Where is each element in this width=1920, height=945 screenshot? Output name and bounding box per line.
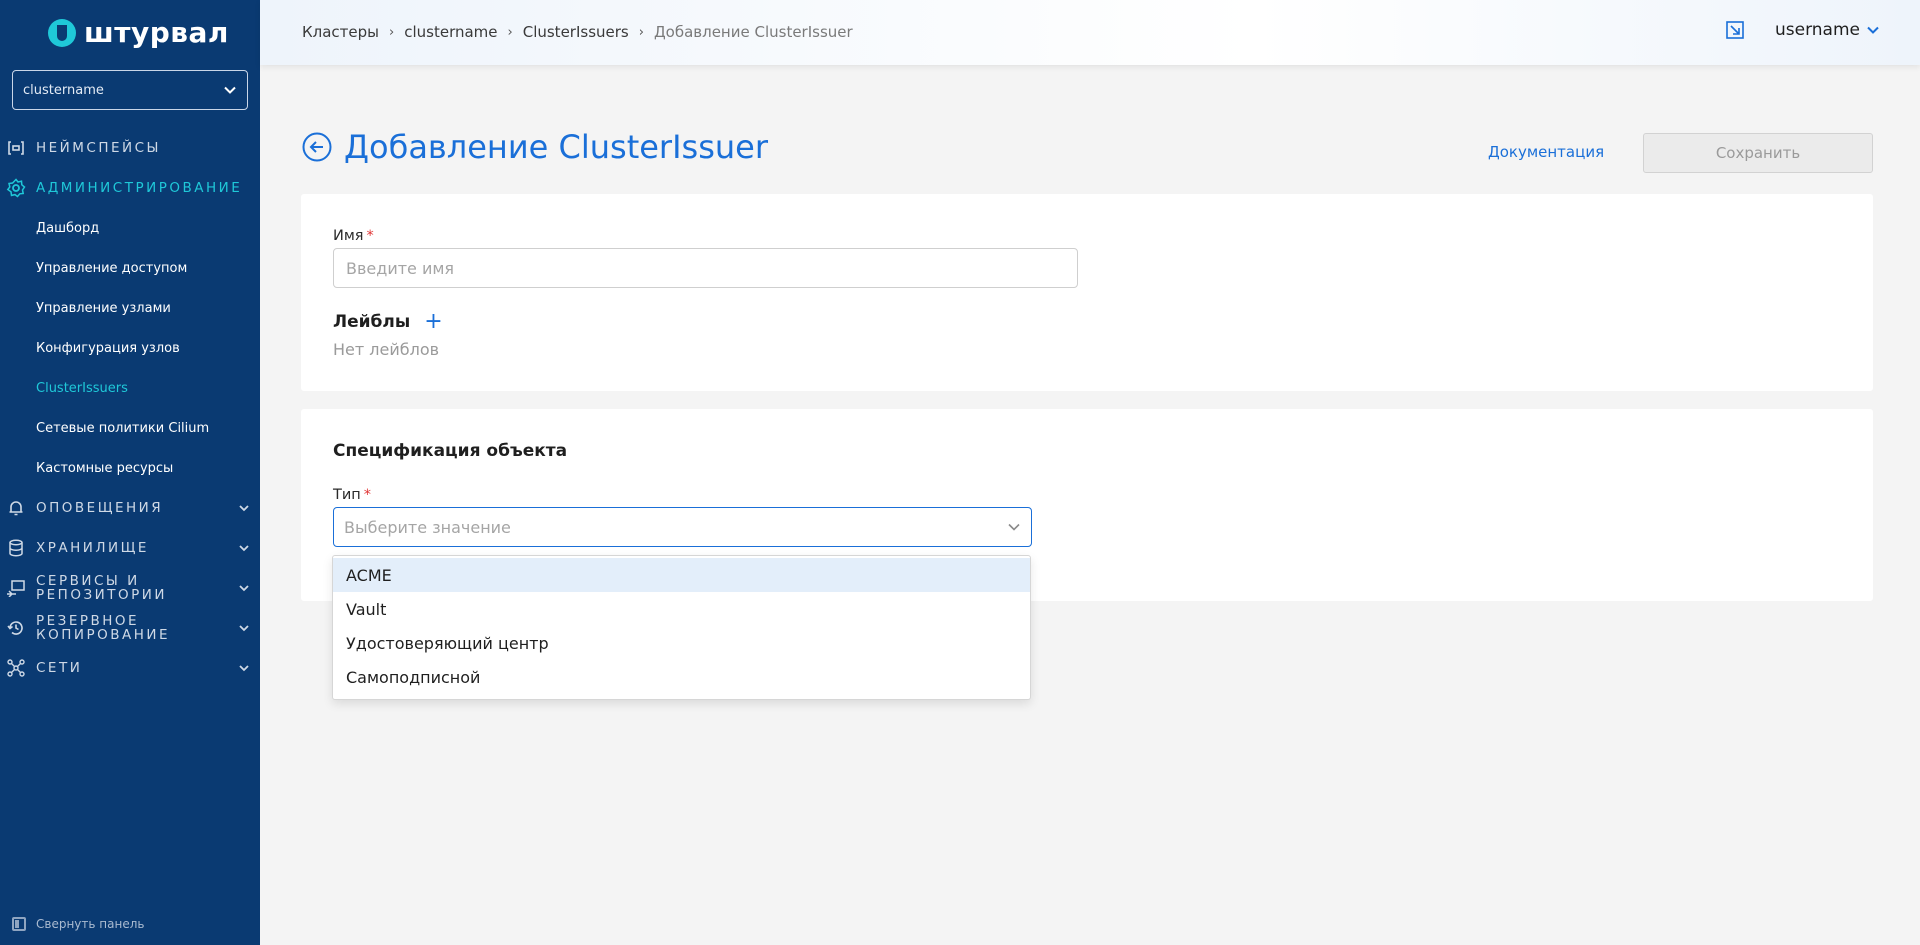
backup-icon <box>6 618 26 638</box>
gear-icon <box>6 178 26 198</box>
chevron-down-icon <box>224 86 236 94</box>
nav-section-storage[interactable]: Хранилище <box>0 528 260 568</box>
nav-section-administration[interactable]: Администрирование <box>0 168 260 208</box>
breadcrumb-clusterissuers[interactable]: ClusterIssuers <box>523 23 629 41</box>
sidebar-item-cilium-policies[interactable]: Сетевые политики Cilium <box>0 408 260 448</box>
chevron-down-icon <box>239 545 249 552</box>
nav-section-alerts[interactable]: Оповещения <box>0 488 260 528</box>
nav-section-label: Оповещения <box>36 500 164 516</box>
type-option-vault[interactable]: Vault <box>333 592 1030 626</box>
sidebar-item-node-management[interactable]: Управление узлами <box>0 288 260 328</box>
sidebar-item-node-configuration[interactable]: Конфигурация узлов <box>0 328 260 368</box>
type-option-ca[interactable]: Удостоверяющий центр <box>333 626 1030 660</box>
chevron-right-icon: › <box>389 24 395 40</box>
add-label-icon[interactable]: + <box>424 311 442 333</box>
type-option-acme[interactable]: ACME <box>333 558 1030 592</box>
name-input[interactable]: Введите имя <box>333 248 1078 288</box>
logo-icon <box>48 18 76 47</box>
top-header: Кластеры › clustername › ClusterIssuers … <box>260 0 1920 65</box>
chevron-down-icon <box>239 625 249 632</box>
labels-empty-text: Нет лейблов <box>333 340 440 359</box>
chevron-down-icon <box>239 505 249 512</box>
metadata-card: Имя * Введите имя Лейблы + Нет лейблов <box>301 194 1873 391</box>
breadcrumb-cluster[interactable]: clustername <box>404 23 497 41</box>
labels-title: Лейблы <box>333 312 411 332</box>
chevron-down-icon <box>1008 523 1020 531</box>
sidebar-item-clusterissuers[interactable]: ClusterIssuers <box>0 368 260 408</box>
chevron-down-icon <box>239 585 249 592</box>
nav-section-label: Хранилище <box>36 540 149 556</box>
bell-icon <box>6 498 26 518</box>
name-label-text: Имя <box>333 228 364 244</box>
required-marker: * <box>366 228 374 244</box>
chevron-right-icon: › <box>507 24 513 40</box>
sidebar-item-dashboard[interactable]: Дашборд <box>0 208 260 248</box>
cluster-select[interactable]: clustername <box>12 70 248 110</box>
breadcrumb-clusters[interactable]: Кластеры <box>302 23 379 41</box>
name-input-placeholder: Введите имя <box>346 258 455 278</box>
open-external-icon[interactable] <box>1725 20 1745 40</box>
documentation-link[interactable]: Документация <box>1488 143 1604 161</box>
nav-section-label: Неймспейсы <box>36 140 161 156</box>
breadcrumb: Кластеры › clustername › ClusterIssuers … <box>302 23 853 41</box>
header-actions: username <box>1725 20 1880 40</box>
sidebar-item-custom-resources[interactable]: Кастомные ресурсы <box>0 448 260 488</box>
nav-section-label: Сети <box>36 660 83 676</box>
type-dropdown: ACME Vault Удостоверяющий центр Самоподп… <box>332 555 1031 700</box>
nav-section-label: Сервисы и репозитории <box>36 574 167 602</box>
required-marker: * <box>363 487 372 503</box>
collapse-panel-button[interactable]: Свернуть панель <box>12 917 144 931</box>
nav-section-networks[interactable]: Сети <box>0 648 260 688</box>
chevron-right-icon: › <box>638 24 644 40</box>
nav-section-label-line2: копирование <box>36 627 171 643</box>
name-field-label: Имя * <box>333 228 374 244</box>
labels-header: Лейблы + <box>333 311 443 333</box>
type-label-text: Тип <box>333 487 361 503</box>
nav-section-services[interactable]: Сервисы и репозитории <box>0 568 260 608</box>
cluster-select-value: clustername <box>23 82 104 98</box>
type-field-label: Тип * <box>333 487 371 503</box>
nav-section-label: Резервное копирование <box>36 614 170 642</box>
network-icon <box>6 658 26 678</box>
spec-title: Спецификация объекта <box>333 441 568 461</box>
back-arrow-icon[interactable] <box>302 132 332 162</box>
chevron-down-icon <box>239 665 249 672</box>
sidebar-item-access-management[interactable]: Управление доступом <box>0 248 260 288</box>
nav-section-label: Администрирование <box>36 180 243 196</box>
logo-text: штурвал <box>84 16 229 49</box>
save-button[interactable]: Сохранить <box>1643 133 1873 173</box>
sidebar-collapse-icon <box>12 917 26 931</box>
type-select[interactable]: Выберите значение <box>333 507 1032 547</box>
services-icon <box>6 578 26 598</box>
logo[interactable]: штурвал <box>48 16 229 49</box>
page-header: Добавление ClusterIssuer <box>302 128 768 166</box>
type-select-placeholder: Выберите значение <box>344 517 511 537</box>
nav-section-backup[interactable]: Резервное копирование <box>0 608 260 648</box>
namespace-icon <box>6 138 26 158</box>
page-title: Добавление ClusterIssuer <box>344 128 768 166</box>
chevron-down-icon <box>1867 26 1879 34</box>
database-icon <box>6 538 26 558</box>
collapse-panel-label: Свернуть панель <box>36 917 145 931</box>
type-option-selfsigned[interactable]: Самоподписной <box>333 660 1030 694</box>
sidebar-nav: Неймспейсы Администрирование Дашборд Упр… <box>0 128 260 688</box>
sidebar: штурвал clustername Неймспейсы Администр… <box>0 0 260 945</box>
nav-section-namespaces[interactable]: Неймспейсы <box>0 128 260 168</box>
breadcrumb-current: Добавление ClusterIssuer <box>653 23 853 41</box>
nav-section-label-line2: репозитории <box>36 587 167 603</box>
user-menu[interactable]: username <box>1775 20 1880 40</box>
username: username <box>1775 20 1860 40</box>
